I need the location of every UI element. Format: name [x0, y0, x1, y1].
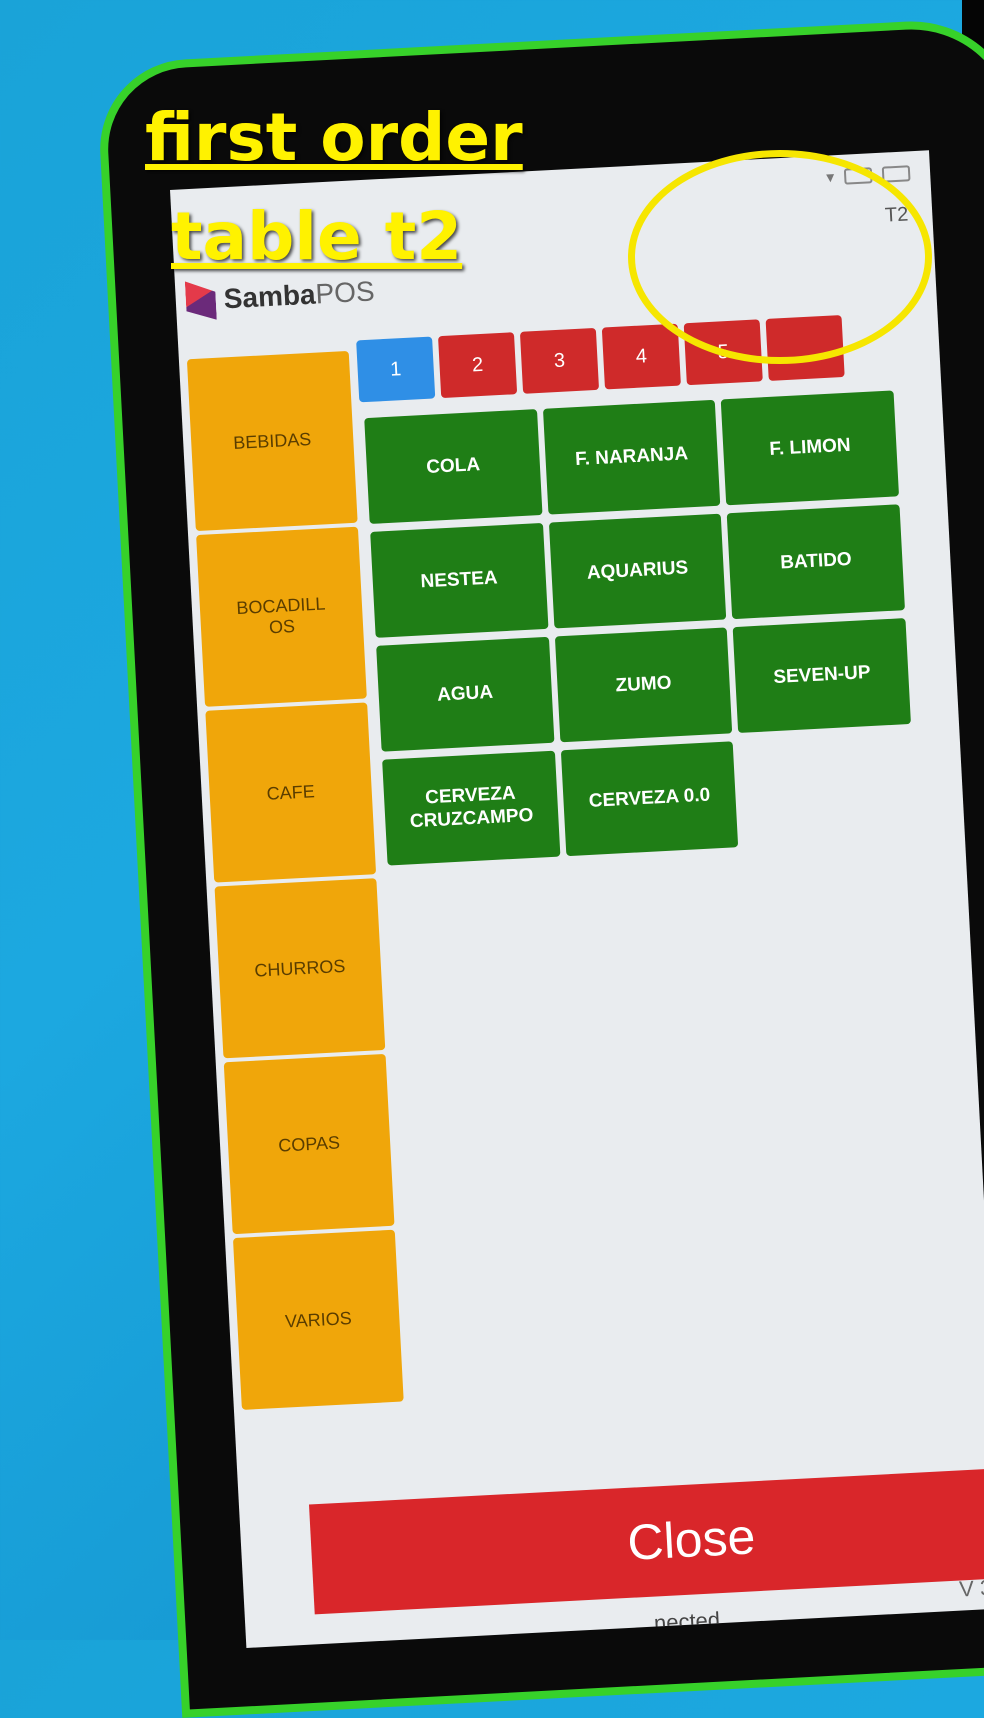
- version-label: V 3: [958, 1574, 984, 1602]
- highlight-ellipse: [628, 150, 932, 364]
- category-churros[interactable]: CHURROS: [214, 878, 386, 1059]
- category-varios[interactable]: VARIOS: [232, 1229, 404, 1410]
- page-tab-1[interactable]: 1: [356, 336, 436, 403]
- product-cola[interactable]: COLA: [364, 409, 543, 525]
- close-button[interactable]: Close: [308, 1464, 984, 1615]
- annotation-line-2: table t2: [171, 198, 463, 275]
- sambapos-logo-icon: [185, 280, 217, 322]
- product-agua[interactable]: AGUA: [376, 636, 555, 752]
- page-tab-4[interactable]: 4: [601, 323, 681, 390]
- page-tab-3[interactable]: 3: [519, 327, 600, 394]
- category-bebidas[interactable]: BEBIDAS: [186, 350, 358, 532]
- video-annotation: first order table t2: [145, 88, 523, 286]
- phone-screen: ▾ T2 SambaPOS 1 2 3 4 5 BEBIDAS BOCADILL…: [170, 150, 984, 1648]
- product-aquarius[interactable]: AQUARIUS: [548, 513, 727, 629]
- page-tab-2[interactable]: 2: [438, 332, 518, 399]
- annotation-line-1: first order: [145, 99, 523, 176]
- product-grid: COLA F. NARANJA F. LIMON NESTEA AQUARIUS…: [364, 390, 917, 866]
- product-nestea[interactable]: NESTEA: [370, 522, 549, 638]
- category-cafe[interactable]: CAFE: [205, 702, 377, 883]
- category-copas[interactable]: COPAS: [223, 1053, 395, 1235]
- product-seven-up[interactable]: SEVEN-UP: [732, 618, 911, 733]
- product-f-naranja[interactable]: F. NARANJA: [542, 399, 721, 515]
- category-bocadillos[interactable]: BOCADILL OS: [196, 526, 367, 707]
- product-cerveza-0-0[interactable]: CERVEZA 0.0: [560, 741, 739, 857]
- product-batido[interactable]: BATIDO: [727, 504, 905, 620]
- product-cerveza-cruzcampo[interactable]: CERVEZA CRUZCAMPO: [382, 750, 561, 866]
- product-zumo[interactable]: ZUMO: [554, 627, 733, 743]
- product-f-limon[interactable]: F. LIMON: [721, 390, 900, 506]
